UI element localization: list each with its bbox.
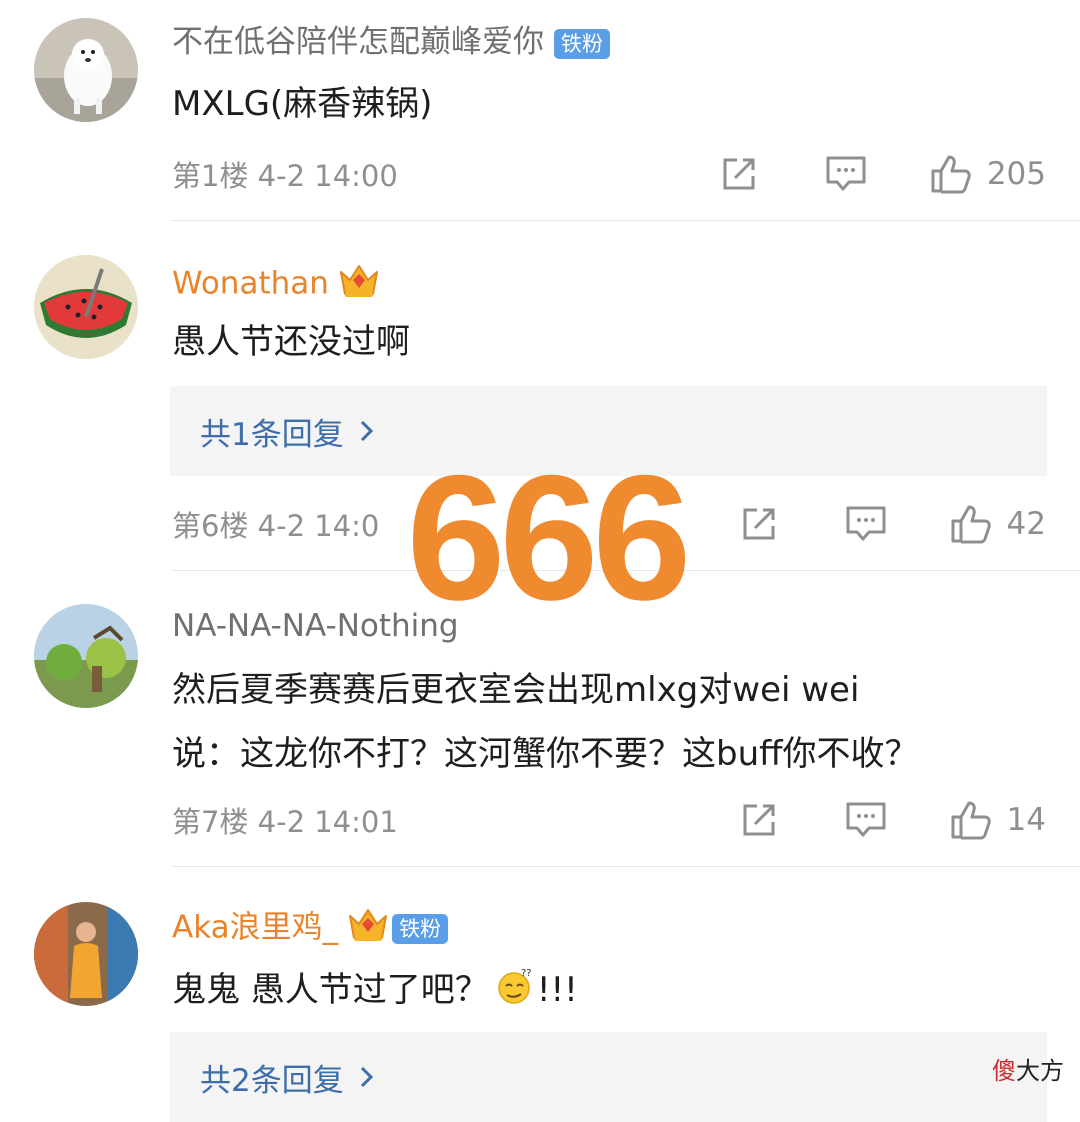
comment-text-line: 然后夏季赛赛后更衣室会出现mlxg对wei wei xyxy=(172,670,860,710)
divider xyxy=(172,866,1080,867)
comment-actions: 14 xyxy=(739,799,1046,841)
crown-badge-icon xyxy=(337,260,381,310)
floor-label: 第6楼 xyxy=(172,509,249,543)
fan-badge: 铁粉 xyxy=(392,914,449,944)
share-button[interactable] xyxy=(719,154,759,194)
avatar[interactable] xyxy=(34,255,138,359)
comment-text-line: 鬼鬼 愚人节过了吧？ xyxy=(172,970,489,1010)
comment-actions: 205 xyxy=(719,153,1046,195)
floor-time: 第6楼 4-2 14:0 xyxy=(172,503,379,545)
like-button[interactable]: 14 xyxy=(949,799,1046,841)
svg-text:??: ?? xyxy=(521,968,532,979)
share-button[interactable] xyxy=(739,504,779,544)
like-button[interactable]: 42 xyxy=(949,503,1046,545)
crown-badge-icon xyxy=(346,904,390,954)
like-count: 14 xyxy=(1006,802,1046,838)
share-icon xyxy=(723,158,755,190)
reply-button[interactable] xyxy=(825,154,867,194)
comment-icon xyxy=(846,506,886,541)
watermark: 傻大方 xyxy=(992,1051,1064,1086)
floor-time: 第7楼 4-2 14:01 xyxy=(172,799,398,841)
divider xyxy=(172,220,1080,221)
avatar[interactable] xyxy=(34,604,138,708)
avatar[interactable] xyxy=(34,18,138,122)
confused-emoji-icon: ?? xyxy=(495,966,535,1017)
overlay-666-text: 666 xyxy=(406,438,692,637)
comment-text: 然后夏季赛赛后更衣室会出现mlxg对wei wei 说：这龙你不打？这河蟹你不要… xyxy=(172,668,919,776)
comment-text: MXLG(麻香辣锅) xyxy=(172,82,432,126)
timestamp: 4-2 14:01 xyxy=(257,805,398,839)
comment-meta: 第7楼 4-2 14:01 14 xyxy=(172,798,1046,842)
username-text[interactable]: Wonathan xyxy=(172,266,329,302)
reply-button[interactable] xyxy=(845,800,887,840)
watermark-char: 傻 xyxy=(992,1057,1016,1085)
like-count: 205 xyxy=(986,156,1046,192)
like-icon xyxy=(951,505,991,544)
comment-meta: 第1楼 4-2 14:00 205 xyxy=(172,152,1046,196)
share-icon xyxy=(743,804,775,836)
reply-count-label[interactable]: 共2条回复 xyxy=(200,1055,344,1100)
share-button[interactable] xyxy=(739,800,779,840)
comment-text: 鬼鬼 愚人节过了吧？??!!! xyxy=(172,966,578,1017)
watermark-text: 大方 xyxy=(1016,1057,1064,1085)
like-icon xyxy=(931,155,971,194)
floor-label: 第1楼 xyxy=(172,159,249,193)
reply-button[interactable] xyxy=(845,504,887,544)
comment-actions: 42 xyxy=(739,503,1046,545)
username[interactable]: 不在低谷陪伴怎配巅峰爱你 铁粉 xyxy=(172,22,610,62)
comment-text: 愚人节还没过啊 xyxy=(172,320,410,364)
like-icon xyxy=(951,801,991,840)
like-count: 42 xyxy=(1006,506,1046,542)
avatar[interactable] xyxy=(34,902,138,1006)
reply-summary[interactable]: 共2条回复 xyxy=(170,1032,1047,1122)
comment-text-line: MXLG(麻香辣锅) xyxy=(172,84,433,124)
like-button[interactable]: 205 xyxy=(929,153,1046,195)
comment-text-line: 说：这龙你不打？这河蟹你不要？这buff你不收？ xyxy=(172,734,919,774)
timestamp: 4-2 14:00 xyxy=(257,159,398,193)
fan-badge: 铁粉 xyxy=(554,28,610,59)
comment-icon xyxy=(826,156,866,191)
username[interactable]: Wonathan xyxy=(172,260,381,310)
reply-count-label[interactable]: 共1条回复 xyxy=(200,409,344,454)
chevron-right-icon xyxy=(360,420,373,442)
timestamp: 4-2 14:0 xyxy=(257,509,380,543)
username-text[interactable]: Aka浪里鸡_ xyxy=(172,910,338,946)
floor-time: 第1楼 4-2 14:00 xyxy=(172,153,398,195)
chevron-right-icon xyxy=(360,1066,373,1088)
floor-label: 第7楼 xyxy=(172,805,249,839)
comment-text-line: !!! xyxy=(536,970,578,1010)
comment-text-line: 愚人节还没过啊 xyxy=(172,322,410,362)
username[interactable]: Aka浪里鸡_ 铁粉 xyxy=(172,904,449,954)
share-icon xyxy=(743,508,775,540)
username-text[interactable]: 不在低谷陪伴怎配巅峰爱你 xyxy=(172,24,544,60)
comment-icon xyxy=(846,802,886,837)
